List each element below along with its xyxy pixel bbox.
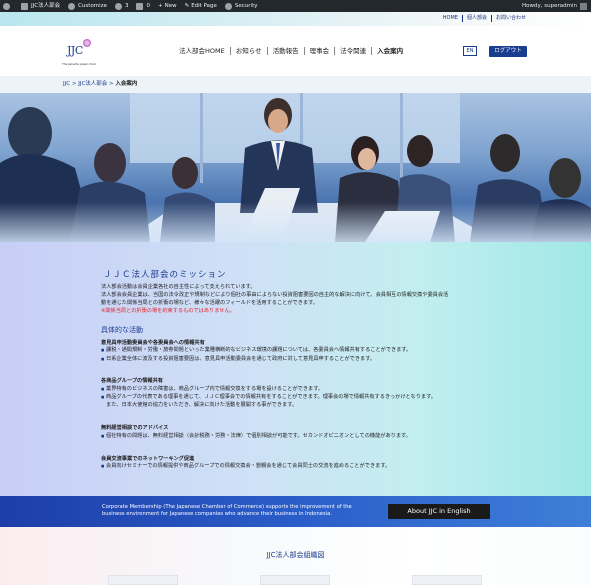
hero-fade [0,202,591,242]
activities-title: 具体的な活動 [101,326,143,334]
plus-icon: + [157,3,163,9]
flower-icon [83,39,91,47]
nav-item-reports[interactable]: 活動報告 [268,47,305,55]
breadcrumb: JJC > JJC法人部会 > 入会案内 [0,76,591,93]
admin-security[interactable]: Security [224,0,258,12]
wordpress-logo-icon[interactable] [3,2,13,10]
admin-new[interactable]: + New [158,0,177,12]
activity-heading: 無料経営相談でのアドバイス [101,425,169,431]
mission-paragraph: 動を通じた関係当局との折衝の場など、様々な活躍のフィールドを活用することができま… [101,300,318,306]
breadcrumb-item[interactable]: JJC法人部会 [78,81,107,87]
english-info-band: Corporate Membership (The Japanese Chamb… [0,496,591,527]
activity-bullet-continuation: また、日本大使館の協力をいただき、解決に向けた活動を展開する事ができます。 [106,402,298,408]
site-logo[interactable]: JJC The Jakarta Japan Club [62,38,98,70]
home-icon [21,2,28,10]
org-chart-box [260,575,330,585]
utility-link-contact[interactable]: お問い合わせ [492,15,530,22]
admin-comments[interactable]: 0 [136,0,150,12]
about-jjc-english-button[interactable]: About JJC in English [388,504,490,519]
logo-subtitle: The Jakarta Japan Club [62,62,97,66]
admin-updates[interactable]: 3 [114,0,128,12]
activity-bullet: 課税・通関規制・労働・旅券問題といった業種横断的なビジネス環境の課題については、… [101,347,411,355]
shield-icon [224,2,232,10]
admin-customize[interactable]: Customize [68,0,107,12]
utility-link-home[interactable]: HOME [439,15,463,22]
activity-bullet: 業界特有のビジネスの障害は、商品グループ内で情報交換をする場を設けることができま… [101,386,323,394]
mission-title: ＪＪＣ法人部会のミッション [103,270,227,280]
refresh-icon [114,2,122,10]
comment-icon [136,2,144,10]
activity-bullet: 商品グループの代表である理事を通じて、ＪＪＣ理事会での情報共有をすることができま… [101,394,436,402]
mission-note: ※関係当局との折衝の場を約束するものではありません。 [101,308,235,314]
pencil-icon: ✎ [184,3,190,9]
hero-image [0,93,591,242]
activity-bullet: 会員向けセミナーでの情報提供や商品グループでの情報交換会・懇親会を通じて会員同士… [101,463,390,471]
activity-heading: 意見具申活動委員会や各委員会への情報共有 [101,340,205,346]
brush-icon [68,2,76,10]
logo-text: JJC [67,44,83,57]
utility-links: HOME 個人部会 お問い合わせ [439,15,530,22]
english-button[interactable]: EN [463,46,477,56]
admin-bar: JJC法人部会 Customize 3 0 + New ✎ Edit Page Se… [0,0,591,12]
site-header: JJC The Jakarta Japan Club 法人部会HOME お知らせ… [0,26,591,76]
avatar [580,2,587,10]
activity-heading: 会員交流事業でのネットワーキング促進 [101,456,195,462]
nav-item-membership[interactable]: 入会案内 [372,47,408,55]
global-nav: 法人部会HOME お知らせ 活動報告 理事会 法令関連 入会案内 [179,47,408,55]
activity-bullet: 日系企業全体に波及する投資阻害要因は、意見具申活動委員会を通じて政府に対して意見… [101,356,375,364]
org-chart-section: JJC法人部会組織図 [0,527,591,585]
org-chart-box [412,575,482,585]
nav-item-laws[interactable]: 法令関連 [335,47,373,55]
activity-heading: 各商品グループの情報共有 [101,378,163,384]
admin-account[interactable]: Howdy, superadmin [522,0,587,12]
main-content [0,242,591,496]
mission-paragraph: 法人部会活動は会員企業各社の自主性によって支えられています。 [101,284,256,290]
english-info-text: Corporate Membership (The Japanese Chamb… [102,504,352,517]
nav-item-board[interactable]: 理事会 [305,47,336,55]
breadcrumb-current: 入会案内 [115,81,138,87]
utility-link-individual[interactable]: 個人部会 [463,15,492,22]
nav-item-news[interactable]: お知らせ [231,47,268,55]
activity-bullet: 個社特有の問題は、無料経営相談（会計税務・労務・法律）で個別相談が可能です。セカ… [101,433,411,441]
admin-edit-page[interactable]: ✎ Edit Page [185,0,217,12]
admin-site-name[interactable]: JJC法人部会 [21,0,60,12]
org-chart-title: JJC法人部会組織図 [266,551,325,559]
logout-button[interactable]: ログアウト [489,46,527,57]
nav-item-home[interactable]: 法人部会HOME [179,47,231,55]
mission-paragraph: 法人部会会員企業は、当国の法令改正や規制などにより個社の事由によらない投資阻害要… [101,292,449,298]
org-chart-box [108,575,178,585]
